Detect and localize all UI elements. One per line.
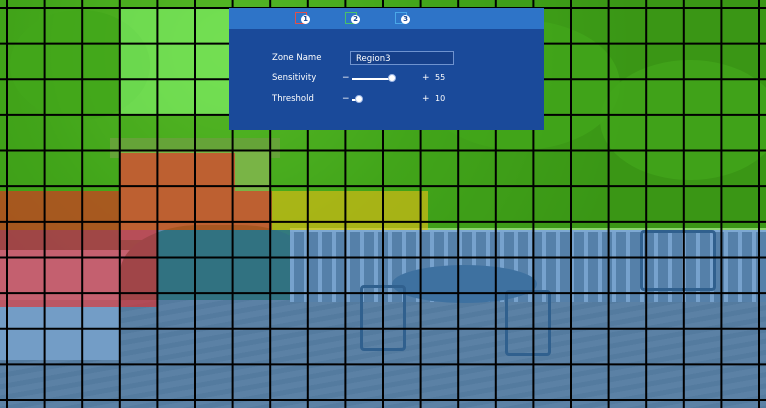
- zone-name-input[interactable]: Region3: [350, 51, 454, 65]
- region-tab-2[interactable]: 2: [345, 11, 360, 25]
- region-tab-bar: 1 2 3: [229, 8, 544, 29]
- zone-red-fill: [0, 191, 272, 230]
- sensitivity-slider[interactable]: − + 55: [342, 72, 452, 84]
- region-3-number: 3: [401, 15, 410, 24]
- sensitivity-decrease-button[interactable]: −: [342, 72, 350, 84]
- motion-detection-area-editor: 1 2 3 Zone Name Region3 Sensitivity − + …: [0, 0, 766, 408]
- sensitivity-track: [352, 78, 392, 80]
- zone-red-fill: [120, 153, 235, 191]
- region-tab-3[interactable]: 3: [395, 11, 410, 25]
- region-settings-panel: 1 2 3 Zone Name Region3 Sensitivity − + …: [229, 8, 544, 130]
- threshold-slider[interactable]: − + 10: [342, 93, 452, 105]
- threshold-knob[interactable]: [355, 95, 364, 103]
- zone-light-green-fill: [120, 8, 235, 115]
- zone-red-fill: [0, 230, 158, 307]
- sensitivity-label: Sensitivity: [272, 73, 317, 83]
- region-2-number: 2: [351, 15, 360, 24]
- threshold-increase-button[interactable]: +: [422, 93, 430, 105]
- sensitivity-value: 55: [435, 73, 446, 82]
- region-tab-1[interactable]: 1: [295, 11, 310, 25]
- sensitivity-knob[interactable]: [387, 74, 396, 82]
- region-1-number: 1: [301, 15, 310, 24]
- threshold-decrease-button[interactable]: −: [342, 93, 350, 105]
- threshold-label: Threshold: [272, 94, 314, 104]
- threshold-value: 10: [435, 94, 446, 103]
- zone-yellow-fill: [272, 191, 428, 230]
- zone-name-label: Zone Name: [272, 53, 322, 63]
- sensitivity-increase-button[interactable]: +: [422, 72, 430, 84]
